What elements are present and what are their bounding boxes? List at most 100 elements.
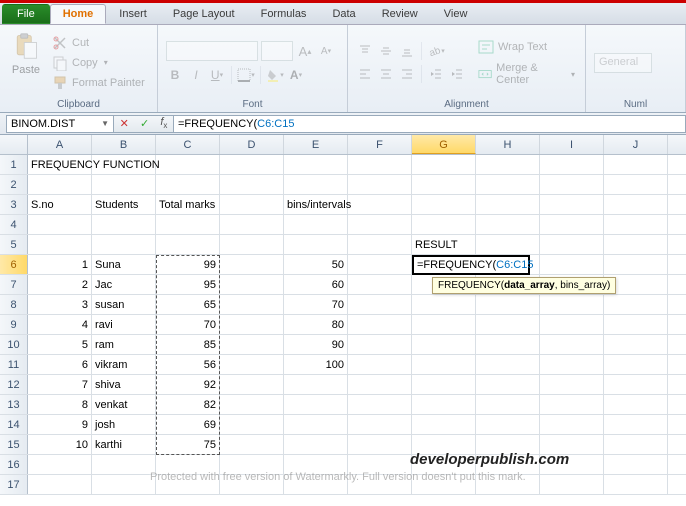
- font-color-button[interactable]: A▾: [287, 66, 305, 84]
- cell[interactable]: [284, 415, 348, 434]
- cell[interactable]: [220, 215, 284, 234]
- cell[interactable]: [220, 255, 284, 274]
- tab-insert[interactable]: Insert: [106, 4, 160, 24]
- format-painter-button[interactable]: Format Painter: [50, 74, 147, 92]
- cell[interactable]: [604, 315, 668, 334]
- row-14[interactable]: 14: [0, 415, 28, 434]
- cell[interactable]: [540, 235, 604, 254]
- cell[interactable]: [220, 295, 284, 314]
- cell[interactable]: [604, 295, 668, 314]
- cell[interactable]: [348, 155, 412, 174]
- cell[interactable]: [412, 415, 476, 434]
- cell[interactable]: [604, 175, 668, 194]
- cell[interactable]: [540, 415, 604, 434]
- row-2[interactable]: 2: [0, 175, 28, 194]
- row-12[interactable]: 12: [0, 375, 28, 394]
- cell-E3[interactable]: bins/intervals: [284, 195, 348, 214]
- cell-B10[interactable]: ram: [92, 335, 156, 354]
- cell[interactable]: [540, 455, 604, 474]
- cell-C7[interactable]: 95: [156, 275, 220, 294]
- cell[interactable]: [412, 455, 476, 474]
- cell[interactable]: [476, 475, 540, 494]
- copy-button[interactable]: Copy▾: [50, 54, 147, 72]
- cell[interactable]: [604, 255, 668, 274]
- cell[interactable]: [92, 235, 156, 254]
- cell[interactable]: [348, 375, 412, 394]
- cell[interactable]: [348, 415, 412, 434]
- border-button[interactable]: ▾: [237, 66, 255, 84]
- align-top-button[interactable]: [356, 42, 374, 60]
- cell[interactable]: [28, 475, 92, 494]
- cell[interactable]: [220, 175, 284, 194]
- shrink-font-button[interactable]: A▾: [317, 42, 335, 60]
- cell[interactable]: [348, 315, 412, 334]
- cell[interactable]: [156, 475, 220, 494]
- col-G[interactable]: G: [412, 135, 476, 154]
- cell[interactable]: [476, 155, 540, 174]
- cell-B6[interactable]: Suna: [92, 255, 156, 274]
- cell[interactable]: [412, 435, 476, 454]
- cell-C15[interactable]: 75: [156, 435, 220, 454]
- cell[interactable]: [476, 235, 540, 254]
- cell-A11[interactable]: 6: [28, 355, 92, 374]
- cell[interactable]: [476, 375, 540, 394]
- row-16[interactable]: 16: [0, 455, 28, 474]
- cell[interactable]: [220, 375, 284, 394]
- cell[interactable]: [476, 335, 540, 354]
- fx-button[interactable]: fx: [160, 116, 167, 130]
- row-8[interactable]: 8: [0, 295, 28, 314]
- cell[interactable]: [476, 435, 540, 454]
- paste-button[interactable]: Paste: [8, 28, 44, 97]
- cell[interactable]: [348, 195, 412, 214]
- enter-formula-button[interactable]: ✓: [140, 117, 149, 130]
- cell[interactable]: [540, 475, 604, 494]
- font-size-select[interactable]: [261, 41, 293, 61]
- cell[interactable]: [28, 235, 92, 254]
- align-left-button[interactable]: [356, 65, 374, 83]
- cell-C13[interactable]: 82: [156, 395, 220, 414]
- cell[interactable]: [540, 395, 604, 414]
- cell[interactable]: [476, 295, 540, 314]
- bold-button[interactable]: B: [166, 66, 184, 84]
- cell[interactable]: [540, 155, 604, 174]
- col-I[interactable]: I: [540, 135, 604, 154]
- row-1[interactable]: 1: [0, 155, 28, 174]
- tab-formulas[interactable]: Formulas: [248, 4, 320, 24]
- cell[interactable]: [412, 375, 476, 394]
- cell-A7[interactable]: 2: [28, 275, 92, 294]
- row-13[interactable]: 13: [0, 395, 28, 414]
- align-center-button[interactable]: [377, 65, 395, 83]
- cell[interactable]: [348, 395, 412, 414]
- row-5[interactable]: 5: [0, 235, 28, 254]
- cell[interactable]: [348, 355, 412, 374]
- cell-A9[interactable]: 4: [28, 315, 92, 334]
- cell[interactable]: [476, 395, 540, 414]
- cell[interactable]: [92, 175, 156, 194]
- cell[interactable]: [220, 195, 284, 214]
- col-B[interactable]: B: [92, 135, 156, 154]
- cell[interactable]: [412, 335, 476, 354]
- cell[interactable]: [348, 235, 412, 254]
- cell-E10[interactable]: 90: [284, 335, 348, 354]
- cell[interactable]: [604, 215, 668, 234]
- cell[interactable]: [604, 475, 668, 494]
- cell[interactable]: [540, 255, 604, 274]
- cell-G5[interactable]: RESULT: [412, 235, 476, 254]
- tab-home[interactable]: Home: [50, 4, 107, 24]
- cell[interactable]: [476, 415, 540, 434]
- cell[interactable]: [604, 395, 668, 414]
- cell[interactable]: [220, 395, 284, 414]
- cell[interactable]: [604, 335, 668, 354]
- cell[interactable]: [476, 175, 540, 194]
- cell[interactable]: [604, 455, 668, 474]
- cell-C12[interactable]: 92: [156, 375, 220, 394]
- cell[interactable]: [412, 155, 476, 174]
- cell[interactable]: [412, 395, 476, 414]
- cell[interactable]: [348, 295, 412, 314]
- cancel-formula-button[interactable]: ✕: [120, 117, 129, 130]
- cell[interactable]: [604, 415, 668, 434]
- cell[interactable]: [284, 455, 348, 474]
- cell[interactable]: [604, 195, 668, 214]
- font-name-select[interactable]: [166, 41, 258, 61]
- col-E[interactable]: E: [284, 135, 348, 154]
